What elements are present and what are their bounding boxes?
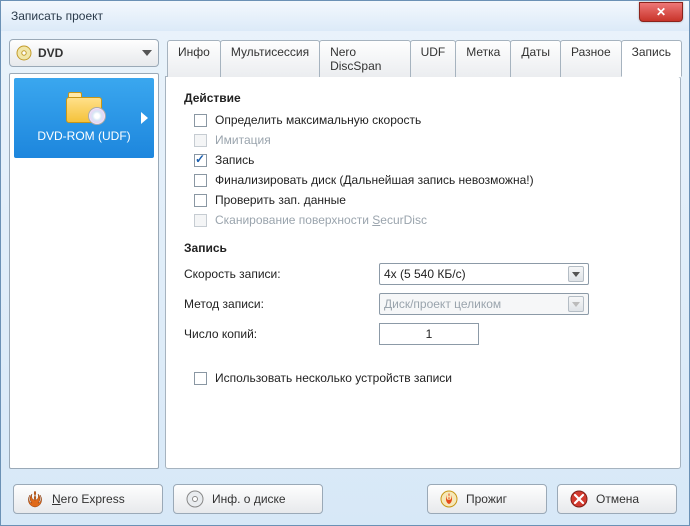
tab-strip: Инфо Мультисессия Nero DiscSpan UDF Метк… <box>165 39 681 76</box>
button-label: Nero Express <box>52 492 125 506</box>
checkbox-icon <box>194 134 207 147</box>
tab-panel-burn: Действие Определить максимальную скорост… <box>165 76 681 469</box>
opt-label: Проверить зап. данные <box>215 193 346 207</box>
opt-label: Определить максимальную скорость <box>215 113 421 127</box>
disc-icon <box>16 45 32 61</box>
titlebar: Записать проект ✕ <box>1 1 689 31</box>
chevron-down-icon <box>568 296 584 312</box>
select-write-speed[interactable]: 4x (5 540 КБ/с) <box>379 263 589 285</box>
opt-simulation: Имитация <box>194 133 662 147</box>
checkbox-icon <box>194 114 207 127</box>
opt-multiple-recorders[interactable]: Использовать несколько устройств записи <box>194 371 662 385</box>
tab-udf[interactable]: UDF <box>410 40 457 77</box>
chevron-down-icon <box>142 50 152 56</box>
folder-disc-icon <box>66 93 102 123</box>
opt-label: Использовать несколько устройств записи <box>215 371 452 385</box>
checkbox-icon <box>194 194 207 207</box>
checkbox-checked-icon <box>194 154 207 167</box>
tab-info[interactable]: Инфо <box>167 40 221 77</box>
nero-express-button[interactable]: Nero Express <box>13 484 163 514</box>
opt-finalize[interactable]: Финализировать диск (Дальнейшая запись н… <box>194 173 662 187</box>
opt-label: Сканирование поверхности SecurDisc <box>215 213 427 227</box>
opt-label: Запись <box>215 153 254 167</box>
burn-button[interactable]: Прожиг <box>427 484 547 514</box>
checkbox-icon <box>194 372 207 385</box>
select-value: 4x (5 540 КБ/с) <box>384 267 564 281</box>
label-copies: Число копий: <box>184 327 379 341</box>
client-area: DVD DVD-ROM (UDF) Инфо Мульти <box>5 35 685 521</box>
section-action-title: Действие <box>184 91 662 105</box>
tab-dates[interactable]: Даты <box>510 40 561 77</box>
tab-label[interactable]: Метка <box>455 40 511 77</box>
footer-buttons: Nero Express Инф. о диске <box>5 477 685 521</box>
cancel-icon <box>570 490 588 508</box>
checkbox-icon <box>194 174 207 187</box>
close-button[interactable]: ✕ <box>639 2 683 22</box>
project-item-dvdrom-udf[interactable]: DVD-ROM (UDF) <box>14 78 154 158</box>
button-label: Прожиг <box>466 492 507 506</box>
project-list: DVD-ROM (UDF) <box>9 73 159 469</box>
section-write-title: Запись <box>184 241 662 255</box>
checkbox-icon <box>194 214 207 227</box>
disc-info-button[interactable]: Инф. о диске <box>173 484 323 514</box>
chevron-down-icon <box>568 266 584 282</box>
opt-max-speed[interactable]: Определить максимальную скорость <box>194 113 662 127</box>
tab-burn[interactable]: Запись <box>621 40 682 77</box>
opt-verify[interactable]: Проверить зап. данные <box>194 193 662 207</box>
button-label: Инф. о диске <box>212 492 286 506</box>
label-write-method: Метод записи: <box>184 297 379 311</box>
opt-label: Имитация <box>215 133 271 147</box>
opt-label: Финализировать диск (Дальнейшая запись н… <box>215 173 534 187</box>
drive-type-selector[interactable]: DVD <box>9 39 159 67</box>
label-write-speed: Скорость записи: <box>184 267 379 281</box>
project-item-label: DVD-ROM (UDF) <box>37 129 130 143</box>
window-title: Записать проект <box>7 9 103 23</box>
disc-info-icon <box>186 490 204 508</box>
opt-securdisc-scan: Сканирование поверхности SecurDisc <box>194 213 662 227</box>
button-label: Отмена <box>596 492 639 506</box>
flame-icon <box>26 490 44 508</box>
dialog-window: Записать проект ✕ DVD <box>0 0 690 526</box>
chevron-right-icon <box>141 112 148 124</box>
tab-misc[interactable]: Разное <box>560 40 622 77</box>
select-value: Диск/проект целиком <box>384 297 564 311</box>
close-icon: ✕ <box>656 5 666 19</box>
opt-write[interactable]: Запись <box>194 153 662 167</box>
select-write-method: Диск/проект целиком <box>379 293 589 315</box>
cancel-button[interactable]: Отмена <box>557 484 677 514</box>
input-copies[interactable]: 1 <box>379 323 479 345</box>
drive-type-label: DVD <box>38 46 136 60</box>
tab-multisession[interactable]: Мультисессия <box>220 40 320 77</box>
burn-icon <box>440 490 458 508</box>
tab-discspan[interactable]: Nero DiscSpan <box>319 40 410 77</box>
